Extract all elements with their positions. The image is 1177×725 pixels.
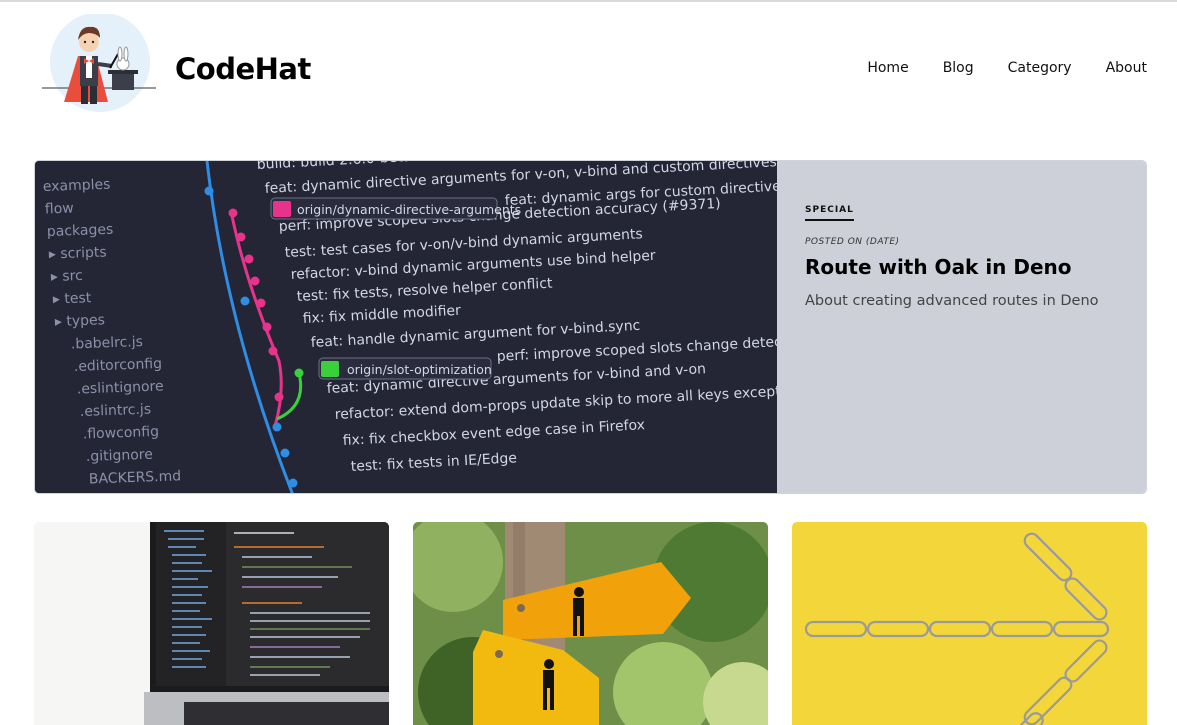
branch-label-2: origin/slot-optimization (347, 362, 492, 377)
nav-about[interactable]: About (1106, 60, 1147, 76)
code-tree-item: .gitignore (86, 447, 154, 465)
category-tag[interactable]: SPECIAL (805, 205, 854, 221)
code-tree-item: BACKERS.md (89, 468, 182, 487)
laptop-code-image (34, 522, 389, 725)
signpost-image (413, 522, 768, 725)
nav-blog[interactable]: Blog (943, 60, 974, 76)
code-tree-item: ▸ types (55, 312, 106, 330)
code-tree-item: .flowconfig (83, 424, 160, 443)
paperclip-arrow-image (792, 522, 1147, 725)
code-tree-item: ▸ src (51, 268, 83, 285)
code-tree-item: ▸ scripts (49, 244, 107, 262)
site-header: CodeHat Home Blog Category About (0, 0, 1177, 130)
magician-logo-icon[interactable] (38, 12, 158, 114)
post-description: About creating advanced routes in Deno (805, 293, 1099, 309)
post-title[interactable]: Route with Oak in Deno (805, 255, 1118, 279)
post-date: POSTED ON (DATE) (805, 237, 900, 247)
code-tree-item: .editorconfig (74, 356, 163, 375)
code-tree-item: packages (47, 222, 114, 240)
post-card-signposts[interactable] (413, 522, 768, 725)
nav-category[interactable]: Category (1008, 60, 1072, 76)
site-brand[interactable]: CodeHat (175, 52, 311, 86)
featured-code-image: examples flow packages ▸ scripts ▸ src ▸ test… (35, 161, 777, 493)
post-card-laptop[interactable] (34, 522, 389, 725)
featured-body: SPECIAL POSTED ON (DATE) Route with Oak … (777, 161, 1146, 493)
code-tree-item: .eslintignore (77, 378, 164, 397)
featured-post[interactable]: examples flow packages ▸ scripts ▸ src ▸ test… (34, 160, 1147, 494)
post-card-paperclips[interactable] (792, 522, 1147, 725)
code-tree-item: flow (45, 201, 74, 218)
code-tree-item: .eslintrc.js (80, 402, 152, 420)
branch-label-1: origin/dynamic-directive-arguments (297, 202, 521, 217)
nav-home[interactable]: Home (867, 60, 908, 76)
code-tree-item: ▸ test (53, 290, 92, 307)
code-tree-item: examples (43, 177, 111, 195)
main-nav: Home Blog Category About (867, 60, 1147, 76)
code-tree-item: .babelrc.js (71, 334, 144, 353)
